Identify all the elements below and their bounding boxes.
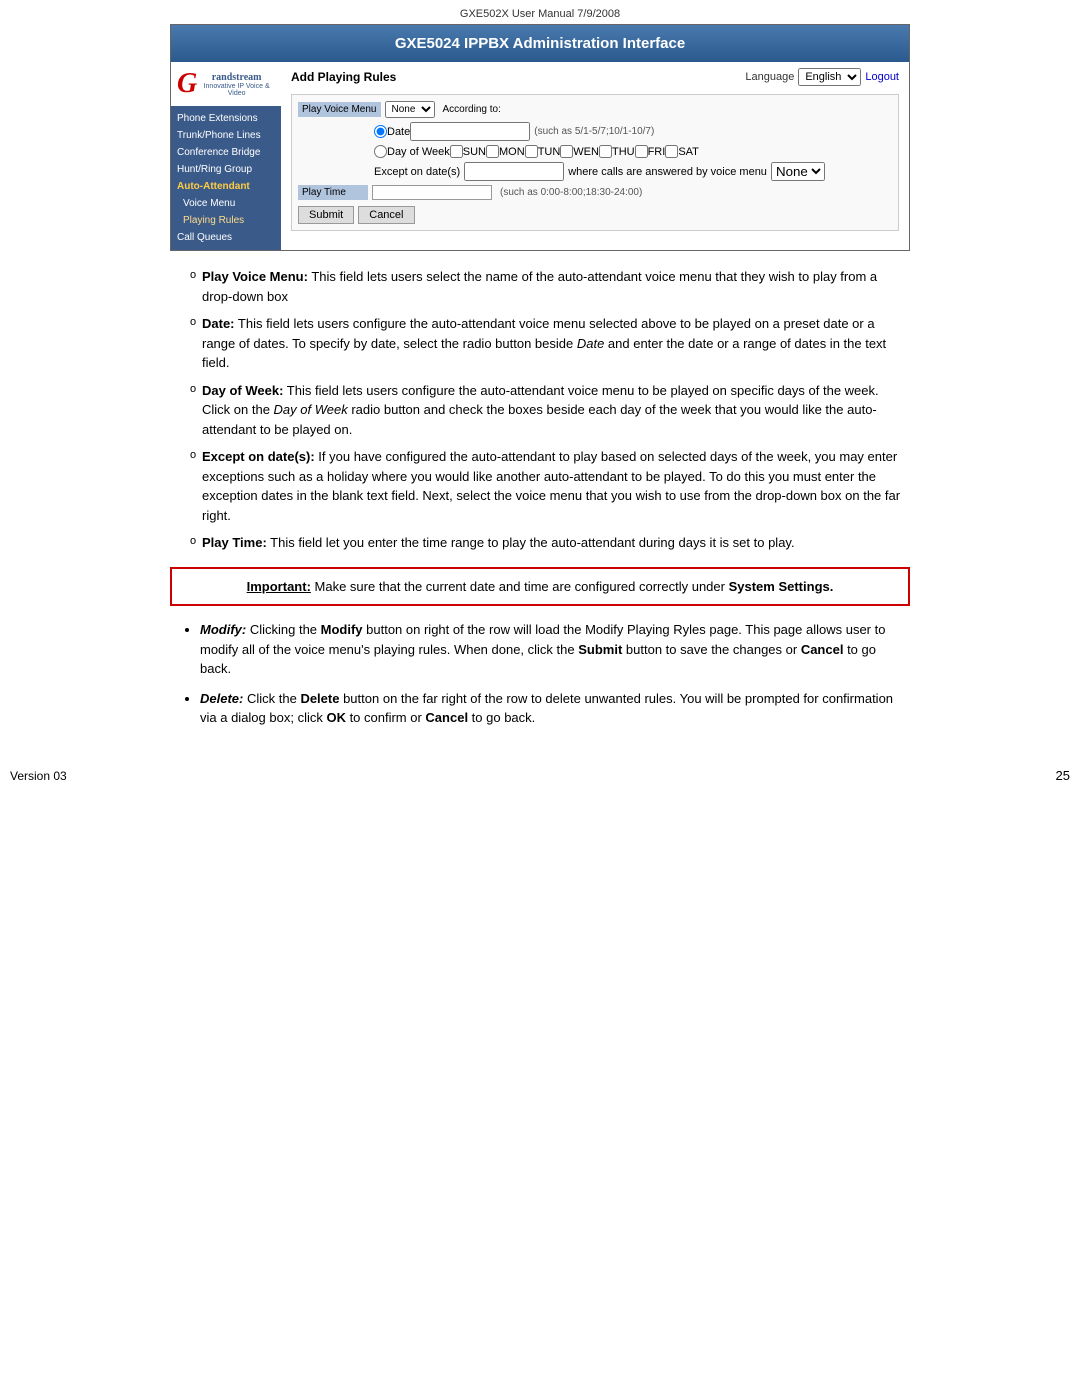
day-sat-label: SAT (678, 146, 699, 158)
doc-footer: Version 03 25 (0, 768, 1080, 793)
except-dates-label: Except on date(s) (374, 166, 460, 178)
logout-link[interactable]: Logout (865, 71, 899, 83)
day-sun-label: SUN (463, 146, 486, 158)
sidebar-item-auto-attendant[interactable]: Auto-Attendant (171, 178, 281, 195)
day-of-week-row: Day of Week SUN MON TUN WEN THU FRI SAT (298, 145, 892, 158)
sidebar-logo: G randstream Innovative IP Voice & Video (171, 62, 281, 106)
page-number: 25 (1056, 768, 1070, 783)
except-dates-input[interactable] (464, 162, 564, 181)
form-buttons: Submit Cancel (298, 206, 892, 224)
outer-bullet-list: Modify: Clicking the Modify button on ri… (170, 620, 910, 728)
main-content: Add Playing Rules Language English Logou… (281, 62, 909, 250)
date-input[interactable] (410, 122, 530, 141)
sidebar-item-hunt-ring-group[interactable]: Hunt/Ring Group (171, 161, 281, 178)
day-thu-label: THU (612, 146, 635, 158)
day-of-week-label: Day of Week (387, 146, 450, 158)
according-to-label: According to: (443, 104, 501, 115)
language-area: Language English Logout (745, 68, 899, 86)
logo-g-letter: G (177, 68, 197, 100)
list-item-modify: Modify: Clicking the Modify button on ri… (200, 620, 910, 679)
play-voice-menu-label: Play Voice Menu (298, 102, 381, 117)
where-answered-label: where calls are answered by voice menu (568, 166, 767, 178)
top-bar: Add Playing Rules Language English Logou… (291, 68, 899, 86)
list-item-except-dates: Except on date(s): If you have configure… (190, 447, 910, 525)
sidebar-nav: Phone Extensions Trunk/Phone Lines Confe… (171, 106, 281, 250)
play-voice-menu-row: Play Voice Menu None According to: (298, 101, 892, 118)
where-answered-select[interactable]: None (771, 162, 825, 181)
day-sun-checkbox[interactable] (450, 145, 463, 158)
play-voice-menu-select[interactable]: None (385, 101, 435, 118)
important-label: Important: (247, 579, 311, 594)
date-radio[interactable] (374, 125, 387, 138)
day-fri-label: FRI (648, 146, 666, 158)
sidebar-item-voice-menu[interactable]: Voice Menu (171, 195, 281, 212)
day-mon-label: MON (499, 146, 525, 158)
sidebar-item-conference-bridge[interactable]: Conference Bridge (171, 144, 281, 161)
except-dates-row: Except on date(s) where calls are answer… (298, 162, 892, 181)
sidebar-item-trunk-phone-lines[interactable]: Trunk/Phone Lines (171, 127, 281, 144)
play-time-field: (such as 0:00-8:00;18:30-24:00) (372, 185, 642, 200)
important-text: Make sure that the current date and time… (315, 579, 834, 594)
sidebar-item-playing-rules[interactable]: Playing Rules (171, 212, 281, 229)
day-mon-checkbox[interactable] (486, 145, 499, 158)
play-time-label: Play Time (298, 185, 368, 200)
day-tun-checkbox[interactable] (525, 145, 538, 158)
add-playing-rules-form: Play Voice Menu None According to: Date (291, 94, 899, 231)
sidebar-item-phone-extensions[interactable]: Phone Extensions (171, 110, 281, 127)
sidebar: G randstream Innovative IP Voice & Video… (171, 62, 281, 250)
important-box: Important: Make sure that the current da… (170, 567, 910, 607)
doc-header: GXE502X User Manual 7/9/2008 (0, 0, 1080, 24)
play-voice-menu-field: None According to: (385, 101, 501, 118)
version-label: Version 03 (10, 769, 67, 783)
day-fri-checkbox[interactable] (635, 145, 648, 158)
logo-brand: randstream (198, 72, 275, 83)
list-item-date: Date: This field lets users configure th… (190, 314, 910, 373)
logo-tagline: Innovative IP Voice & Video (198, 83, 275, 97)
sidebar-item-call-queues[interactable]: Call Queues (171, 229, 281, 246)
admin-title: GXE5024 IPPBX Administration Interface (171, 25, 909, 62)
date-row: Date (such as 5/1-5/7;10/1-10/7) (298, 122, 892, 141)
page-title: Add Playing Rules (291, 70, 396, 84)
doc-body: Play Voice Menu: This field lets users s… (170, 267, 910, 728)
date-radio-label: Date (387, 126, 410, 138)
bullet-list: Play Voice Menu: This field lets users s… (170, 267, 910, 553)
date-hint: (such as 5/1-5/7;10/1-10/7) (534, 126, 654, 137)
day-wen-checkbox[interactable] (560, 145, 573, 158)
day-wen-label: WEN (573, 146, 599, 158)
language-select[interactable]: English (798, 68, 861, 86)
day-thu-checkbox[interactable] (599, 145, 612, 158)
submit-button[interactable]: Submit (298, 206, 354, 224)
cancel-button[interactable]: Cancel (358, 206, 414, 224)
day-sat-checkbox[interactable] (665, 145, 678, 158)
list-item-delete: Delete: Click the Delete button on the f… (200, 689, 910, 728)
language-label: Language (745, 71, 794, 83)
list-item-play-time: Play Time: This field let you enter the … (190, 533, 910, 553)
play-time-input[interactable] (372, 185, 492, 200)
day-tun-label: TUN (538, 146, 561, 158)
play-time-row: Play Time (such as 0:00-8:00;18:30-24:00… (298, 185, 892, 200)
list-item-day-of-week: Day of Week: This field lets users confi… (190, 381, 910, 440)
play-time-hint: (such as 0:00-8:00;18:30-24:00) (500, 187, 642, 198)
admin-interface-box: GXE5024 IPPBX Administration Interface G… (170, 24, 910, 251)
list-item-play-voice-menu: Play Voice Menu: This field lets users s… (190, 267, 910, 306)
day-of-week-radio[interactable] (374, 145, 387, 158)
